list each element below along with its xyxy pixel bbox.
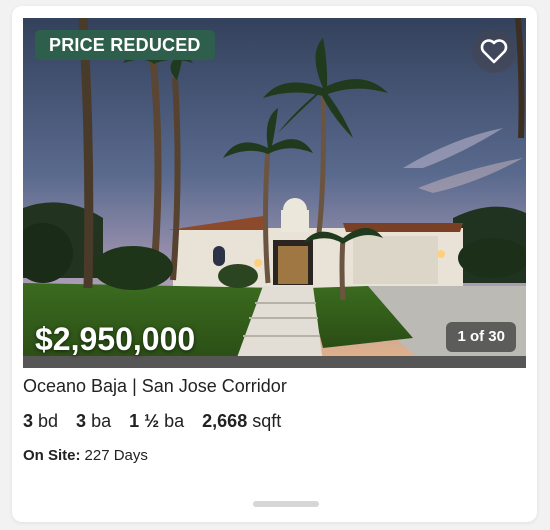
sqft-unit: sqft <box>252 411 282 431</box>
beds-value: 3 <box>23 411 34 431</box>
house-photo-image <box>23 18 526 368</box>
on-site-label: On Site: <box>23 447 81 464</box>
on-site-duration: On Site: 227 Days <box>23 447 148 464</box>
full-baths-spec: 3 ba <box>76 411 111 432</box>
favorite-button[interactable] <box>472 29 516 73</box>
listing-price: $2,950,000 <box>35 321 196 357</box>
sqft-value: 2,668 <box>202 411 248 431</box>
price-reduced-badge: PRICE REDUCED <box>35 30 215 60</box>
listing-card[interactable]: PRICE REDUCED $2,950,000 1 of 30 Oceano … <box>12 6 537 522</box>
drag-handle[interactable] <box>253 501 319 507</box>
full-baths-unit: ba <box>91 411 112 431</box>
sqft-spec: 2,668 sqft <box>202 411 281 432</box>
full-baths-value: 3 <box>76 411 87 431</box>
on-site-value: 227 Days <box>84 447 148 464</box>
listing-specs: 3 bd 3 ba 1 ½ ba 2,668 sqft <box>23 411 281 432</box>
photo-counter: 1 of 30 <box>446 322 516 352</box>
beds-spec: 3 bd <box>23 411 58 432</box>
heart-outline-icon <box>480 39 508 64</box>
beds-unit: bd <box>38 411 59 431</box>
half-baths-spec: 1 ½ ba <box>129 411 184 432</box>
listing-photo[interactable]: PRICE REDUCED $2,950,000 1 of 30 <box>23 18 526 368</box>
half-baths-unit: ba <box>164 411 185 431</box>
half-baths-value: 1 ½ <box>129 411 160 431</box>
listing-title[interactable]: Oceano Baja | San Jose Corridor <box>23 376 287 397</box>
